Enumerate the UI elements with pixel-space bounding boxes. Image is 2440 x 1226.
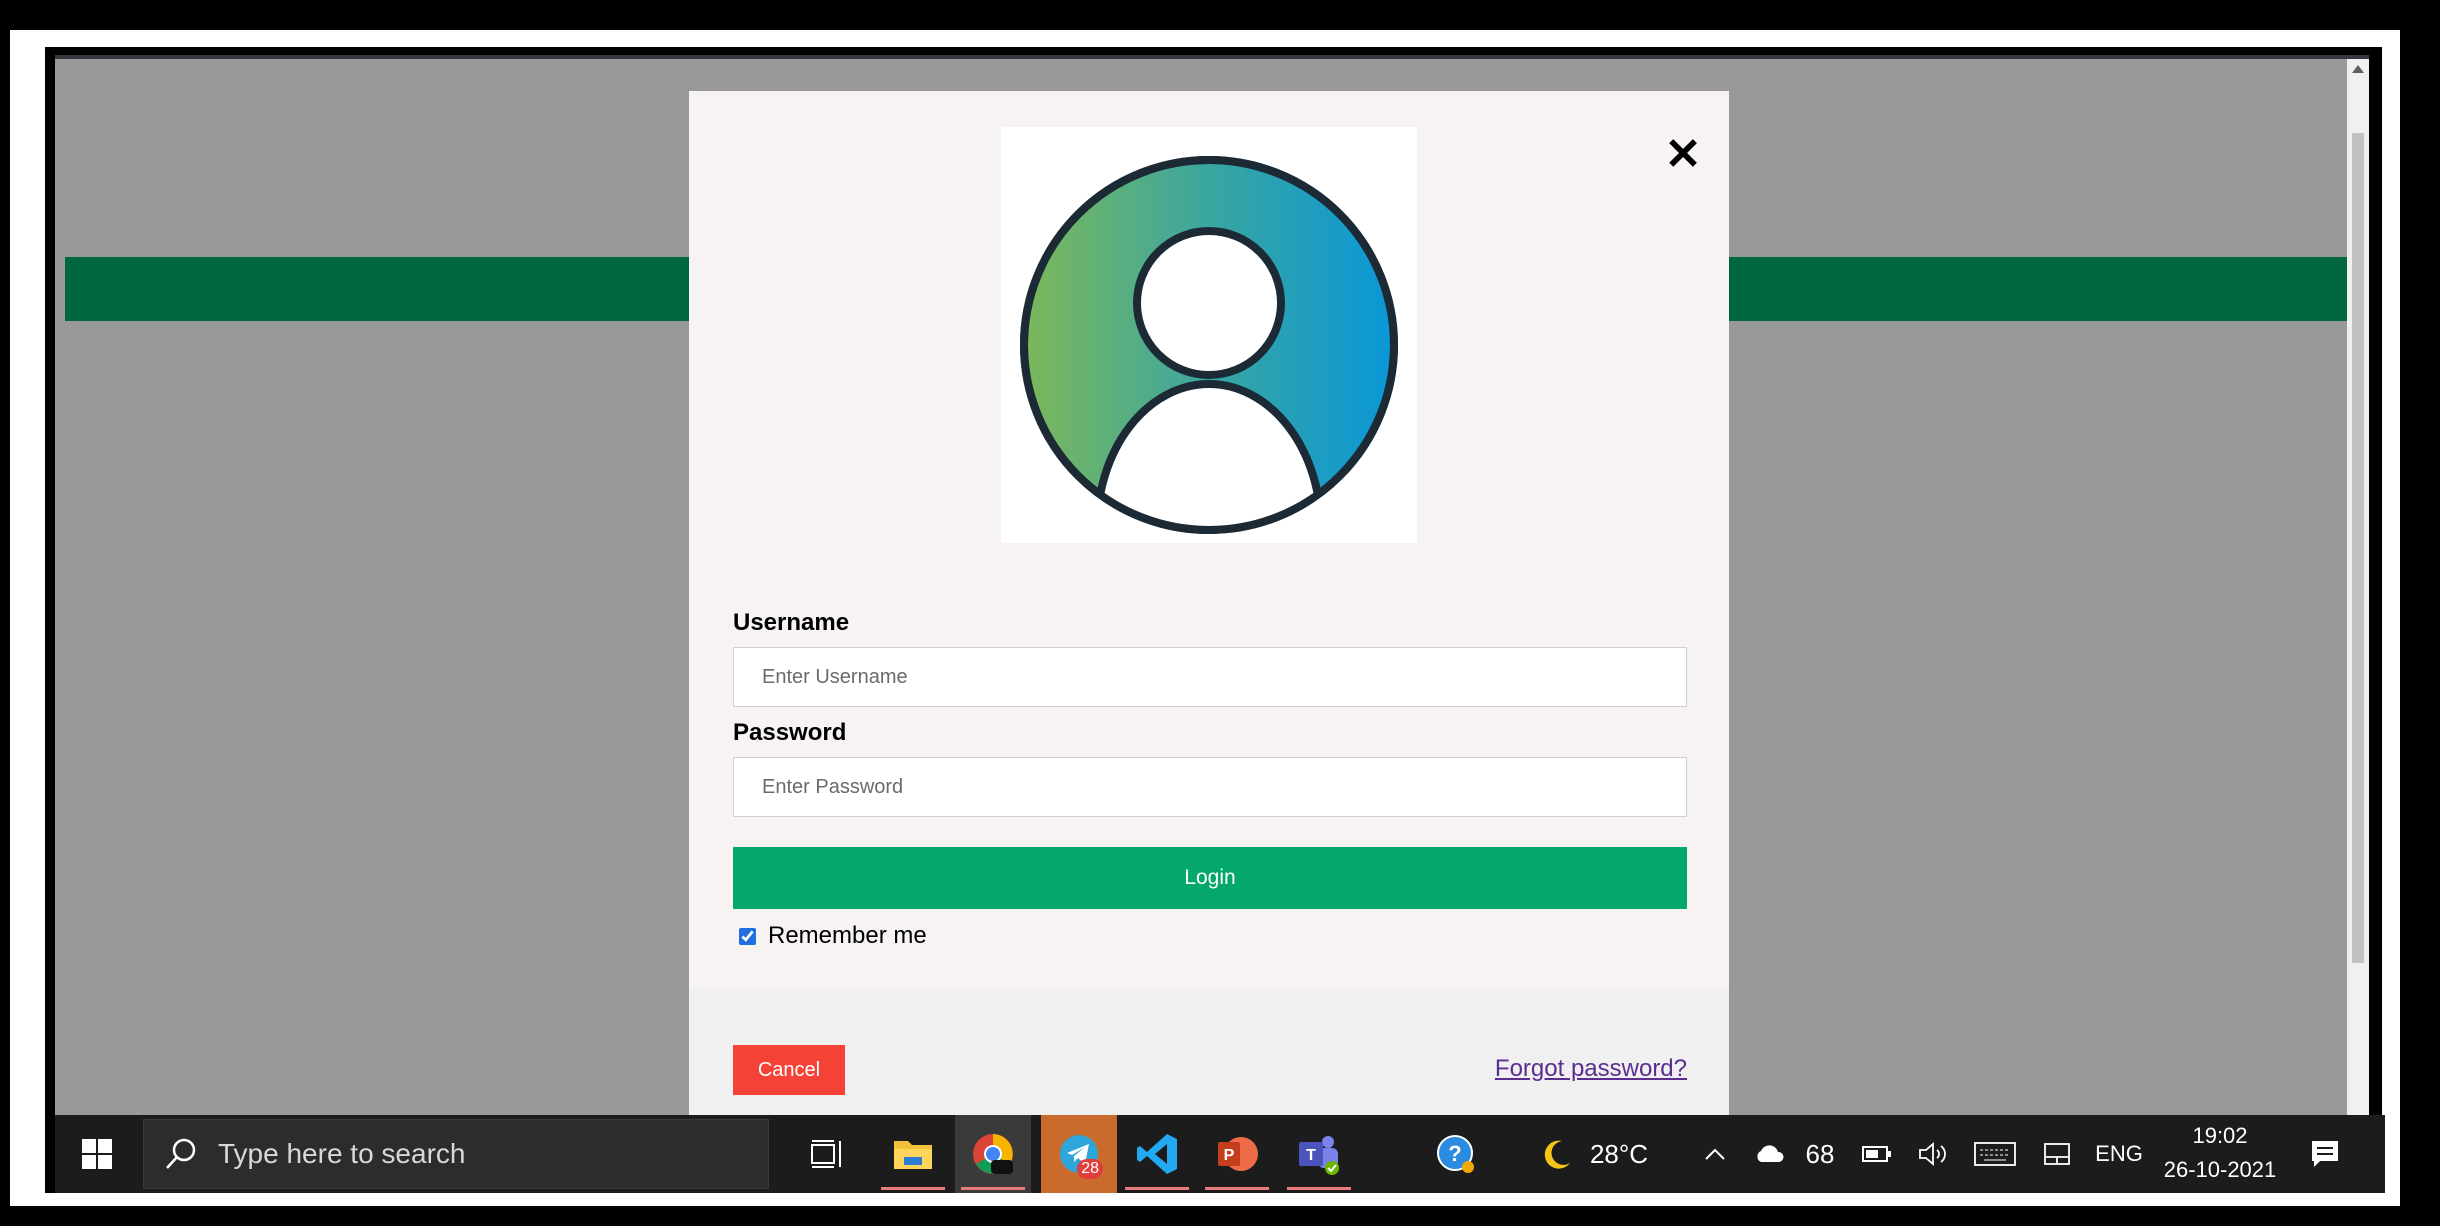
task-view-icon xyxy=(811,1140,841,1168)
remember-label: Remember me xyxy=(768,922,927,949)
clock-date: 26-10-2021 xyxy=(2163,1157,2277,1182)
clock-time: 19:02 xyxy=(2192,1123,2248,1148)
speaker-icon xyxy=(1919,1142,1946,1166)
scroll-thumb[interactable] xyxy=(2352,133,2364,963)
password-input[interactable] xyxy=(733,757,1687,817)
password-label: Password xyxy=(733,719,847,746)
username-input[interactable] xyxy=(733,647,1687,707)
battery-icon xyxy=(1862,1146,1891,1162)
teams-button[interactable]: T xyxy=(1281,1115,1357,1193)
taskbar-search[interactable] xyxy=(143,1119,769,1189)
vscode-button[interactable] xyxy=(1119,1115,1195,1193)
weather-widget[interactable]: 28°C xyxy=(1519,1115,1669,1193)
onedrive-button[interactable] xyxy=(1749,1115,1789,1193)
svg-text:P: P xyxy=(1224,1147,1235,1164)
app-running-indicator xyxy=(881,1187,945,1190)
login-button[interactable]: Login xyxy=(733,847,1687,909)
tray-count[interactable]: 68 xyxy=(1795,1115,1845,1193)
login-modal: ✕ Username Password Login Remember me Ca… xyxy=(689,91,1729,1115)
svg-text:T: T xyxy=(1306,1147,1316,1164)
vertical-scrollbar[interactable] xyxy=(2347,59,2369,1115)
chrome-icon xyxy=(973,1134,1013,1174)
remember-me[interactable]: Remember me xyxy=(739,921,927,951)
task-view-button[interactable] xyxy=(789,1115,865,1193)
remember-checkbox[interactable] xyxy=(739,927,756,945)
taskbar: 28 P T ? xyxy=(55,1115,2385,1193)
avatar xyxy=(1001,127,1417,543)
user-avatar-icon xyxy=(1020,156,1398,534)
modal-footer: Cancel Forgot password? xyxy=(689,989,1729,1115)
app-running-indicator xyxy=(1205,1187,1269,1190)
forgot-password-link[interactable]: Forgot password? xyxy=(1495,1055,1687,1083)
chrome-button[interactable] xyxy=(955,1115,1031,1193)
battery-button[interactable] xyxy=(1855,1115,1899,1193)
notification-icon xyxy=(2312,1141,2338,1167)
touch-keyboard-button[interactable] xyxy=(1967,1115,2023,1193)
help-icon: ? xyxy=(1437,1135,1474,1173)
language-label: ENG xyxy=(2095,1141,2143,1166)
tray-count-value: 68 xyxy=(1805,1138,1835,1169)
file-explorer-button[interactable] xyxy=(875,1115,951,1193)
browser-viewport: ✕ Username Password Login Remember me Ca… xyxy=(55,55,2369,1115)
windows-icon xyxy=(82,1139,112,1169)
moon-icon xyxy=(1544,1140,1570,1169)
touchpad-button[interactable] xyxy=(2035,1115,2079,1193)
language-button[interactable]: ENG xyxy=(2091,1115,2147,1193)
powerpoint-button[interactable]: P xyxy=(1199,1115,1275,1193)
file-explorer-icon xyxy=(894,1141,932,1169)
tray-overflow-button[interactable] xyxy=(1695,1115,1735,1193)
cancel-button[interactable]: Cancel xyxy=(733,1045,845,1095)
clock[interactable]: 19:02 26-10-2021 xyxy=(2155,1119,2285,1187)
svg-text:?: ? xyxy=(1448,1141,1461,1166)
start-button[interactable] xyxy=(65,1115,129,1193)
username-label: Username xyxy=(733,609,850,636)
touchpad-icon xyxy=(2044,1143,2070,1165)
app-running-indicator xyxy=(961,1187,1025,1190)
app-running-indicator xyxy=(1287,1187,1351,1190)
app-running-indicator xyxy=(1125,1187,1189,1190)
weather-temperature: 28°C xyxy=(1589,1138,1649,1169)
vscode-icon xyxy=(1137,1134,1177,1174)
action-center-button[interactable] xyxy=(2295,1115,2355,1193)
keyboard-icon xyxy=(1974,1142,2016,1166)
telegram-button[interactable]: 28 xyxy=(1041,1115,1117,1193)
telegram-badge: 28 xyxy=(1077,1159,1103,1179)
help-button[interactable]: ? xyxy=(1421,1115,1491,1193)
scroll-up-icon[interactable] xyxy=(2352,65,2364,73)
cloud-icon xyxy=(1757,1145,1784,1162)
search-input[interactable] xyxy=(218,1138,758,1170)
teams-icon: T xyxy=(1299,1136,1339,1175)
search-icon xyxy=(166,1138,196,1169)
volume-button[interactable] xyxy=(1911,1115,1955,1193)
close-icon[interactable]: ✕ xyxy=(1663,133,1703,177)
top-line xyxy=(55,55,2369,59)
powerpoint-icon: P xyxy=(1218,1137,1258,1171)
chevron-up-icon xyxy=(1705,1148,1725,1160)
